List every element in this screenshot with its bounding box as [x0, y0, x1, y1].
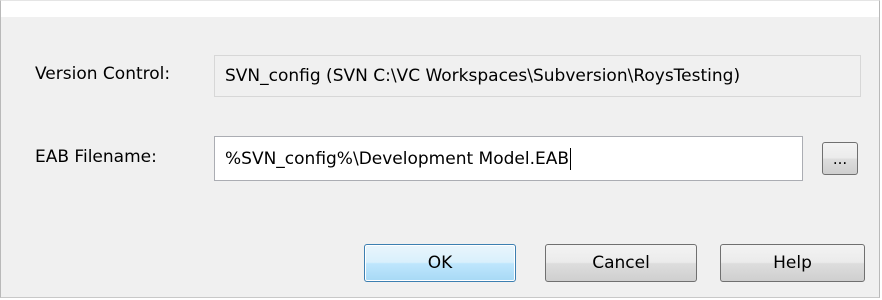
eab-filename-input[interactable]: %SVN_config%\Development Model.EAB — [214, 136, 803, 181]
ok-button[interactable]: OK — [364, 244, 516, 282]
version-control-label: Version Control: — [35, 64, 171, 84]
eab-filename-value: %SVN_config%\Development Model.EAB — [225, 148, 570, 169]
dialog-window: Version Control: SVN_config (SVN C:\VC W… — [0, 0, 880, 298]
version-control-field: SVN_config (SVN C:\VC Workspaces\Subvers… — [214, 55, 861, 97]
browse-button[interactable]: ... — [822, 142, 858, 175]
text-caret — [570, 147, 572, 170]
help-button[interactable]: Help — [720, 244, 865, 282]
dialog-top-band — [1, 1, 879, 17]
cancel-button[interactable]: Cancel — [545, 244, 697, 282]
eab-filename-label: EAB Filename: — [35, 147, 157, 167]
version-control-value: SVN_config (SVN C:\VC Workspaces\Subvers… — [225, 66, 741, 86]
